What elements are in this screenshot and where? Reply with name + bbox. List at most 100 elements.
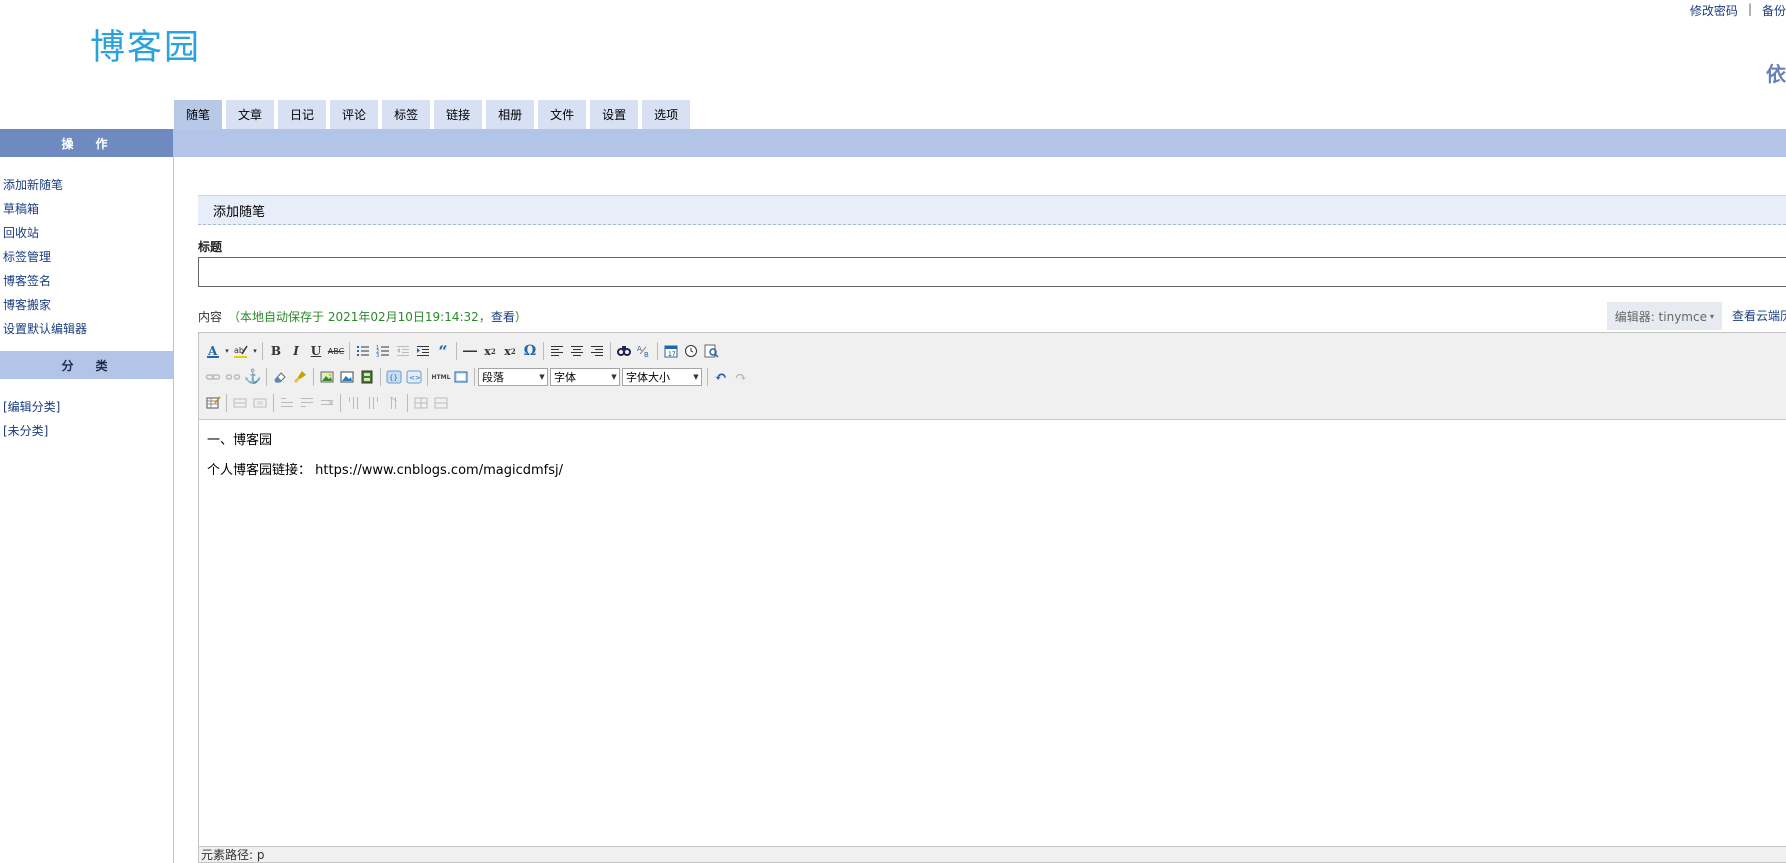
col-after-icon[interactable] — [364, 393, 384, 413]
sidebar-item-tag-manage[interactable]: 标签管理 — [3, 245, 173, 269]
sidebar-item-add-post[interactable]: 添加新随笔 — [3, 173, 173, 197]
indent-icon[interactable] — [413, 341, 433, 361]
anchor-icon[interactable]: ⚓ — [243, 367, 263, 387]
bold-icon[interactable]: B — [266, 341, 286, 361]
rich-text-editor: A ▾ ab ▾ B I U ABC 123 “ x2 x2 Ω A B 17 … — [198, 332, 1786, 863]
tab-comments[interactable]: 评论 — [330, 100, 379, 129]
tab-links[interactable]: 链接 — [434, 100, 483, 129]
chevron-down-icon[interactable]: ▾ — [223, 341, 231, 361]
highlight-color-icon[interactable]: ab — [231, 341, 251, 361]
chevron-down-icon: ▼ — [693, 373, 699, 381]
align-right-icon[interactable] — [587, 341, 607, 361]
section-title: 添加随笔 — [198, 195, 1786, 225]
top-links-separator: | — [1747, 2, 1752, 16]
tab-tags[interactable]: 标签 — [382, 100, 431, 129]
outdent-icon[interactable] — [393, 341, 413, 361]
sidebar-item-uncategorized[interactable]: [未分类] — [3, 419, 173, 443]
link-icon[interactable] — [203, 367, 223, 387]
insert-table-icon[interactable] — [203, 393, 223, 413]
sidebar-category-header: 分类 — [0, 351, 173, 379]
html-source-icon[interactable]: HTML — [431, 367, 451, 387]
svg-text:B: B — [644, 351, 649, 359]
cnblogs-logo[interactable]: 博客园 — [90, 22, 201, 68]
code-block-icon[interactable]: <> — [404, 367, 424, 387]
sidebar-item-blog-move[interactable]: 博客搬家 — [3, 293, 173, 317]
sidebar-item-blog-signature[interactable]: 博客签名 — [3, 269, 173, 293]
align-center-icon[interactable] — [567, 341, 587, 361]
toolbar-separator — [707, 368, 708, 386]
tab-posts[interactable]: 随笔 — [174, 100, 223, 129]
horizontal-rule-icon[interactable] — [460, 341, 480, 361]
toolbar-separator — [266, 368, 267, 386]
search-icon[interactable] — [614, 341, 634, 361]
insert-media-icon[interactable] — [357, 367, 377, 387]
font-color-icon[interactable]: A — [203, 341, 223, 361]
table-cell-props-icon[interactable] — [250, 393, 270, 413]
merge-cells-icon[interactable] — [431, 393, 451, 413]
cloud-history-link[interactable]: 查看云端历史 — [1732, 302, 1786, 330]
title-label: 标题 — [198, 240, 223, 254]
content-row: 内容 （本地自动保存于 2021年02月10日19:14:32，查看） 编辑器:… — [198, 302, 1786, 330]
editor-switch-dropdown[interactable]: 编辑器: tinymce ▾ — [1606, 302, 1722, 330]
font-family-select[interactable]: 字体 ▼ — [550, 368, 620, 386]
backup-link[interactable]: 备份 — [1762, 2, 1786, 19]
tab-options[interactable]: 选项 — [642, 100, 691, 129]
sidebar-ops-header: 操作 — [0, 129, 173, 157]
undo-icon[interactable]: ↶ — [711, 367, 731, 387]
tab-settings[interactable]: 设置 — [590, 100, 639, 129]
insert-image-icon[interactable] — [317, 367, 337, 387]
superscript-icon[interactable]: x2 — [500, 341, 520, 361]
sidebar-item-drafts[interactable]: 草稿箱 — [3, 197, 173, 221]
tab-articles[interactable]: 文章 — [226, 100, 275, 129]
underline-icon[interactable]: U — [306, 341, 326, 361]
table-row-props-icon[interactable] — [230, 393, 250, 413]
col-before-icon[interactable] — [344, 393, 364, 413]
delete-row-icon[interactable] — [317, 393, 337, 413]
chevron-down-icon[interactable]: ▾ — [251, 341, 259, 361]
svg-text:A: A — [207, 344, 218, 358]
redo-icon[interactable]: ↷ — [731, 367, 751, 387]
align-left-icon[interactable] — [547, 341, 567, 361]
row-after-icon[interactable] — [297, 393, 317, 413]
paragraph-format-select[interactable]: 段落 ▼ — [478, 368, 548, 386]
eraser-icon[interactable] — [270, 367, 290, 387]
sidebar-item-default-editor[interactable]: 设置默认编辑器 — [3, 317, 173, 341]
editor-body[interactable]: 一、博客园 个人博客园链接： https://www.cnblogs.com/m… — [199, 420, 1786, 504]
insert-code-icon[interactable]: {} — [384, 367, 404, 387]
sidebar: 操作 添加新随笔 草稿箱 回收站 标签管理 博客签名 博客搬家 设置默认编辑器 … — [0, 129, 174, 863]
tab-diary[interactable]: 日记 — [278, 100, 327, 129]
replace-icon[interactable]: AB — [634, 341, 654, 361]
toolbar-separator — [543, 342, 544, 360]
cleanup-icon[interactable] — [290, 367, 310, 387]
fullscreen-icon[interactable] — [451, 367, 471, 387]
paragraph-format-value: 段落 — [482, 371, 504, 384]
insert-time-icon[interactable] — [681, 341, 701, 361]
italic-icon[interactable]: I — [286, 341, 306, 361]
omega-icon[interactable]: Ω — [520, 341, 540, 361]
title-input[interactable] — [198, 257, 1786, 287]
tab-files[interactable]: 文件 — [538, 100, 587, 129]
chevron-down-icon: ▼ — [611, 373, 617, 381]
unlink-icon[interactable] — [223, 367, 243, 387]
subscript-icon[interactable]: x2 — [480, 341, 500, 361]
row-before-icon[interactable] — [277, 393, 297, 413]
autosave-view-link[interactable]: 查看 — [491, 310, 515, 324]
sidebar-item-edit-categories[interactable]: [编辑分类] — [3, 395, 173, 419]
toolbar-row-3 — [203, 390, 1786, 416]
tab-albums[interactable]: 相册 — [486, 100, 535, 129]
preview-icon[interactable] — [701, 341, 721, 361]
blockquote-icon[interactable]: “ — [433, 341, 453, 361]
numbered-list-icon[interactable]: 123 — [373, 341, 393, 361]
bullet-list-icon[interactable] — [353, 341, 373, 361]
toolbar-separator — [226, 394, 227, 412]
insert-date-icon[interactable]: 17 — [661, 341, 681, 361]
image-upload-icon[interactable] — [337, 367, 357, 387]
change-password-link[interactable]: 修改密码 — [1690, 2, 1738, 19]
split-cells-icon[interactable] — [411, 393, 431, 413]
sidebar-item-recycle-bin[interactable]: 回收站 — [3, 221, 173, 245]
delete-col-icon[interactable] — [384, 393, 404, 413]
toolbar-row-1: A ▾ ab ▾ B I U ABC 123 “ x2 x2 Ω A B 17 — [203, 338, 1786, 364]
font-size-select[interactable]: 字体大小 ▼ — [622, 368, 702, 386]
svg-text:17: 17 — [668, 351, 676, 358]
strikethrough-icon[interactable]: ABC — [326, 341, 346, 361]
